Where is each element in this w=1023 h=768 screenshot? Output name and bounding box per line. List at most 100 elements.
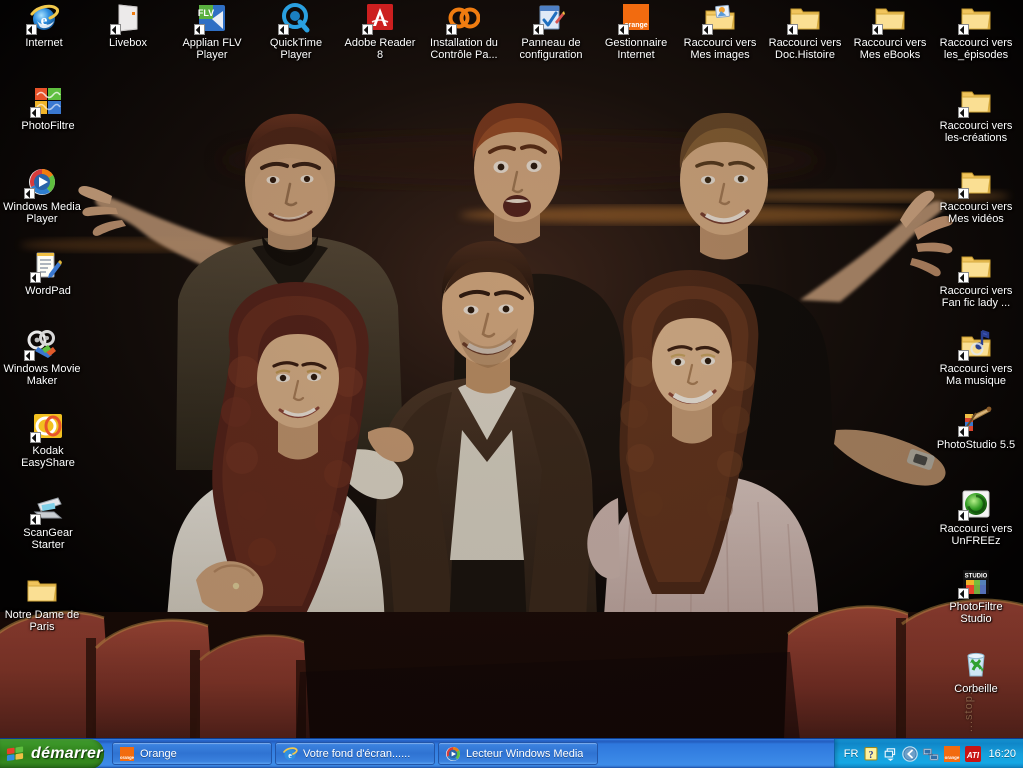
window-stack-icon[interactable] bbox=[884, 747, 897, 761]
recycle-bin-icon bbox=[960, 648, 992, 680]
desktop-icon-kodak-easyshare[interactable]: Kodak EasyShare bbox=[8, 410, 88, 469]
shortcut-overlay-icon bbox=[958, 510, 969, 521]
desktop-icon-photofiltre[interactable]: PhotoFiltre bbox=[8, 85, 88, 132]
icon-label: Raccourci vers Doc.Histoire bbox=[768, 37, 842, 61]
icon-label: Raccourci vers Mes images bbox=[683, 37, 757, 61]
tray-language-indicator[interactable]: FR bbox=[844, 748, 859, 760]
icon-label: Adobe Reader 8 bbox=[344, 37, 416, 61]
shortcut-overlay-icon bbox=[278, 24, 289, 35]
icon-label: Windows Media Player bbox=[3, 201, 81, 225]
icon-label: Raccourci vers Mes eBooks bbox=[853, 37, 927, 61]
svg-text:e: e bbox=[41, 13, 48, 29]
quicktime-player-icon bbox=[278, 2, 312, 35]
folder-icon bbox=[872, 2, 906, 35]
taskbar-button-label: Orange bbox=[140, 747, 177, 760]
desktop-icon-raccourci-les-episodes[interactable]: Raccourci vers les_épisodes bbox=[936, 2, 1016, 61]
icon-label: Raccourci vers Fan fic lady ... bbox=[939, 285, 1013, 309]
icon-label: Raccourci vers Ma musique bbox=[939, 363, 1013, 387]
start-button[interactable]: démarrer bbox=[0, 739, 104, 768]
desktop-icon-photostudio-55[interactable]: PhotoStudio 5.5 bbox=[936, 404, 1016, 451]
applian-flv-player-icon: FLV bbox=[194, 2, 228, 35]
windows-media-player-icon bbox=[445, 746, 461, 762]
icon-label: PhotoFiltre Studio bbox=[949, 601, 1003, 625]
shortcut-overlay-icon bbox=[110, 24, 121, 35]
shortcut-overlay-icon bbox=[362, 24, 373, 35]
photofiltre-studio-icon: STUDIO bbox=[958, 566, 992, 599]
shortcut-overlay-icon bbox=[958, 588, 969, 599]
icon-label: Installation du Contrôle Pa... bbox=[430, 37, 498, 61]
svg-text:e: e bbox=[288, 751, 292, 760]
control-panel-icon bbox=[533, 2, 567, 35]
shortcut-overlay-icon bbox=[24, 188, 35, 199]
desktop-icon-applian-flv-player[interactable]: FLV Applian FLV Player bbox=[172, 2, 252, 61]
desktop-icon-windows-movie-maker[interactable]: Windows Movie Maker bbox=[2, 328, 82, 387]
taskbar-buttons: orange Orange e Votre fond d'écran...... bbox=[104, 739, 834, 768]
svg-text:orange: orange bbox=[120, 755, 135, 760]
desktop-icon-gestionnaire-internet[interactable]: orange Gestionnaire Internet bbox=[596, 2, 676, 61]
help-question-icon[interactable]: ? bbox=[863, 746, 879, 762]
desktop-icon-raccourci-mes-ebooks[interactable]: Raccourci vers Mes eBooks bbox=[850, 2, 930, 61]
shortcut-overlay-icon bbox=[194, 24, 205, 35]
shortcut-overlay-icon bbox=[30, 432, 41, 443]
kodak-easyshare-icon bbox=[30, 410, 64, 443]
folder-icon bbox=[958, 85, 992, 118]
orange-logo-icon[interactable]: orange bbox=[944, 746, 961, 762]
desktop-icon-raccourci-fan-fic-lady[interactable]: Raccourci vers Fan fic lady ... bbox=[936, 250, 1016, 309]
desktop-icon-raccourci-mes-images[interactable]: Raccourci vers Mes images bbox=[680, 2, 760, 61]
system-tray[interactable]: FR ? orange ATI 16:20 bbox=[833, 739, 1023, 768]
desktop-icon-wordpad[interactable]: WordPad bbox=[8, 250, 88, 297]
desktop-icon-quicktime-player[interactable]: QuickTime Player bbox=[256, 2, 336, 61]
shortcut-overlay-icon bbox=[958, 272, 969, 283]
desktop-icon-raccourci-ma-musique[interactable]: Raccourci vers Ma musique bbox=[936, 328, 1016, 387]
taskbar-button-orange[interactable]: orange Orange bbox=[112, 742, 272, 765]
desktop-icon-scangear-starter[interactable]: ScanGear Starter bbox=[8, 492, 88, 551]
windows-media-player-icon bbox=[24, 166, 58, 199]
desktop-icon-notre-dame-de-paris[interactable]: Notre Dame de Paris bbox=[2, 574, 82, 633]
scangear-starter-icon bbox=[30, 492, 64, 525]
desktop-icon-photofiltre-studio[interactable]: STUDIO PhotoFiltre Studio bbox=[936, 566, 1016, 625]
shortcut-overlay-icon bbox=[958, 107, 969, 118]
installation-icon bbox=[446, 2, 480, 35]
desktop-icon-raccourci-unfreez[interactable]: Raccourci vers UnFREEz bbox=[936, 488, 1016, 547]
icon-label: Gestionnaire Internet bbox=[604, 37, 668, 61]
icon-label: Notre Dame de Paris bbox=[4, 609, 80, 633]
network-connection-icon[interactable] bbox=[923, 746, 939, 762]
shortcut-overlay-icon bbox=[958, 188, 969, 199]
shortcut-overlay-icon bbox=[446, 24, 457, 35]
desktop-icon-panneau-configuration[interactable]: Panneau de configuration bbox=[511, 2, 591, 61]
desktop-icon-corbeille[interactable]: Corbeille bbox=[936, 648, 1016, 695]
orange-manager-icon: orange bbox=[618, 2, 652, 35]
show-hidden-icons-chevron[interactable] bbox=[902, 746, 919, 762]
svg-text:ATI: ATI bbox=[966, 751, 980, 760]
shortcut-overlay-icon bbox=[702, 24, 713, 35]
windows-movie-maker-icon bbox=[24, 328, 58, 361]
taskbar[interactable]: démarrer orange Orange e Votre fond d'éc… bbox=[0, 738, 1023, 768]
desktop-icon-livebox[interactable]: Livebox bbox=[88, 2, 168, 49]
shortcut-overlay-icon bbox=[872, 24, 883, 35]
taskbar-button-votre-fond-decran[interactable]: e Votre fond d'écran...... bbox=[275, 742, 435, 765]
ati-catalyst-icon[interactable]: ATI bbox=[965, 746, 982, 762]
desktop-icon-adobe-reader-8[interactable]: Adobe Reader 8 bbox=[340, 2, 420, 61]
desktop-icon-raccourci-les-creations[interactable]: Raccourci vers les-créations bbox=[936, 85, 1016, 144]
livebox-icon bbox=[110, 2, 144, 35]
folder-icon bbox=[958, 250, 992, 283]
desktop[interactable]: ...stop... e Internet Livebox FLV Applia… bbox=[0, 0, 1023, 768]
internet-explorer-icon: e bbox=[282, 746, 298, 762]
desktop-icon-raccourci-doc-histoire[interactable]: Raccourci vers Doc.Histoire bbox=[765, 2, 845, 61]
orange-logo-icon: orange bbox=[119, 746, 135, 762]
desktop-icon-installation-controle[interactable]: Installation du Contrôle Pa... bbox=[424, 2, 504, 61]
desktop-icon-windows-media-player[interactable]: Windows Media Player bbox=[2, 166, 82, 225]
icon-label: Raccourci vers Mes vidéos bbox=[939, 201, 1013, 225]
desktop-icon-raccourci-mes-videos[interactable]: Raccourci vers Mes vidéos bbox=[936, 166, 1016, 225]
shortcut-overlay-icon bbox=[30, 514, 41, 525]
shortcut-overlay-icon bbox=[24, 350, 35, 361]
taskbar-button-lecteur-windows-media[interactable]: Lecteur Windows Media bbox=[438, 742, 598, 765]
icon-label: WordPad bbox=[25, 285, 71, 297]
svg-text:FLV: FLV bbox=[198, 8, 214, 18]
icon-label: Panneau de configuration bbox=[519, 37, 583, 61]
tray-clock[interactable]: 16:20 bbox=[988, 748, 1016, 760]
desktop-icon-internet[interactable]: e Internet bbox=[4, 2, 84, 49]
windows-flag-icon bbox=[6, 745, 25, 764]
shortcut-overlay-icon bbox=[30, 272, 41, 283]
photofiltre-icon bbox=[30, 85, 64, 118]
